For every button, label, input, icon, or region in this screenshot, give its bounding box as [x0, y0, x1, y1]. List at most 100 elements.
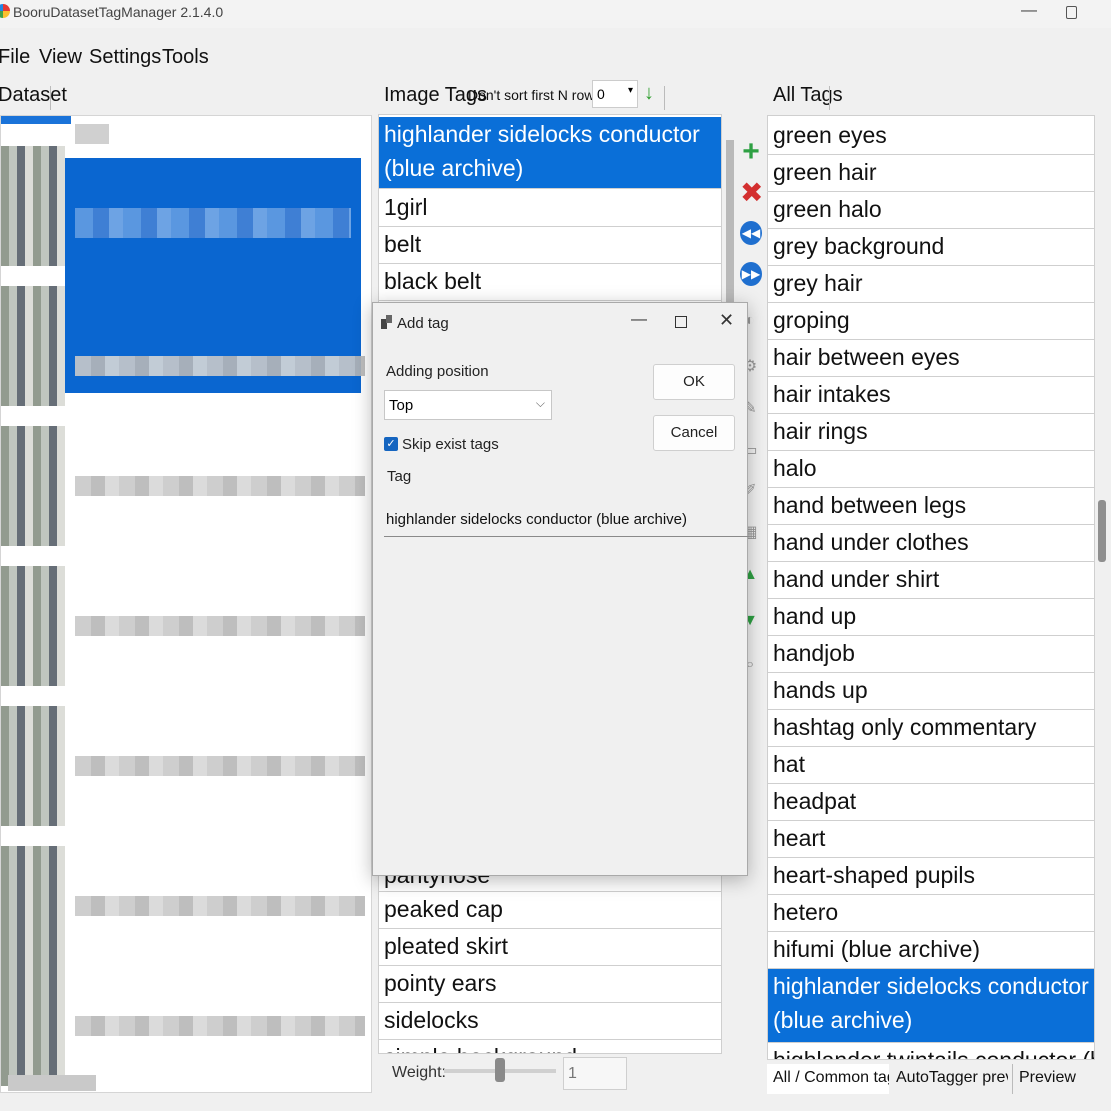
image-tag-row[interactable]: belt — [379, 227, 721, 264]
weight-label: Weight: — [392, 1064, 446, 1081]
blurred-filename — [75, 896, 365, 916]
all-tag-row[interactable]: hetero — [768, 895, 1094, 932]
app-icon — [0, 4, 10, 18]
menu-view[interactable]: View — [39, 46, 82, 69]
blurred-filename — [75, 1016, 365, 1036]
tab-all-common-tags[interactable]: All / Common tags — [767, 1064, 889, 1094]
all-tag-row[interactable]: hair between eyes — [768, 340, 1094, 377]
menu-file[interactable]: File — [0, 46, 30, 69]
all-tag-row[interactable]: hat — [768, 747, 1094, 784]
image-thumbnail — [1, 566, 65, 686]
all-tag-row[interactable]: hair intakes — [768, 377, 1094, 414]
header-divider — [664, 86, 665, 110]
all-tag-row[interactable]: hand under shirt — [768, 562, 1094, 599]
dialog-close-icon[interactable]: ✕ — [719, 310, 734, 331]
all-tags-list[interactable]: green eyes green hair green halo grey backg… — [767, 115, 1095, 1060]
dataset-row[interactable] — [1, 136, 371, 272]
dialog-icon — [381, 315, 393, 329]
tab-preview[interactable]: Preview — [1012, 1064, 1102, 1094]
image-thumbnail — [1, 706, 65, 826]
selection-strip — [1, 116, 71, 124]
menu-tools[interactable]: Tools — [162, 46, 209, 69]
chevron-down-icon: ▾ — [627, 85, 633, 96]
fast-forward-icon[interactable]: ▶▶ — [740, 262, 762, 286]
image-tags-scrollbar[interactable] — [726, 140, 734, 310]
sort-rows-spinner[interactable]: 0 ▾ — [592, 80, 638, 108]
blurred-filename — [75, 756, 365, 776]
ok-button[interactable]: OK — [653, 364, 735, 400]
all-tag-row-selected[interactable]: highlander sidelocks conductor (blue arc… — [768, 969, 1094, 1043]
all-tag-row[interactable]: green eyes — [768, 118, 1094, 155]
weight-input[interactable]: 1 — [563, 1057, 627, 1090]
dataset-row[interactable] — [1, 956, 371, 1092]
add-tag-dialog: Add tag — ✕ Adding position Top ⌵ OK Can… — [372, 302, 748, 876]
all-tag-row[interactable]: green hair — [768, 155, 1094, 192]
image-tag-row[interactable]: peaked cap — [379, 892, 721, 929]
dataset-row[interactable] — [1, 696, 371, 832]
maximize-button[interactable] — [1062, 2, 1082, 22]
dataset-row[interactable] — [1, 556, 371, 692]
image-tag-row[interactable]: sidelocks — [379, 1003, 721, 1040]
image-thumbnail — [1, 966, 65, 1086]
all-tag-row[interactable]: groping — [768, 303, 1094, 340]
dataset-row[interactable] — [1, 296, 371, 432]
skip-exist-tags-checkbox[interactable]: ✓ — [384, 437, 398, 451]
menu-bar: File View Settings Tools — [0, 40, 600, 72]
adding-position-value: Top — [389, 397, 414, 414]
header-divider — [50, 86, 51, 110]
all-tag-row[interactable]: hand between legs — [768, 488, 1094, 525]
image-tag-row[interactable]: pointy ears — [379, 966, 721, 1003]
plus-icon[interactable]: + — [740, 137, 762, 167]
dialog-title: Add tag — [397, 315, 449, 332]
tab-autotagger-preview[interactable]: AutoTagger previe... — [890, 1064, 1008, 1094]
adding-position-select[interactable]: Top ⌵ — [384, 390, 552, 420]
green-down-arrow-icon[interactable]: ↓ — [644, 83, 660, 104]
all-tag-row[interactable]: headpat — [768, 784, 1094, 821]
all-tag-row[interactable]: hashtag only commentary — [768, 710, 1094, 747]
all-tag-row[interactable]: halo — [768, 451, 1094, 488]
menu-settings[interactable]: Settings — [89, 46, 161, 69]
rewind-icon[interactable]: ◀◀ — [740, 221, 762, 245]
weight-slider-thumb[interactable] — [495, 1058, 505, 1082]
image-thumbnail — [1, 426, 65, 546]
x-icon[interactable]: ✖ — [740, 179, 763, 207]
all-tag-row[interactable]: green halo — [768, 192, 1094, 229]
chevron-down-icon: ⌵ — [535, 396, 545, 410]
cancel-button[interactable]: Cancel — [653, 415, 735, 451]
all-tags-scrollbar[interactable] — [1098, 500, 1106, 562]
window-title: BooruDatasetTagManager 2.1.4.0 — [13, 4, 224, 20]
dataset-row[interactable] — [1, 416, 371, 552]
all-tag-row[interactable]: handjob — [768, 636, 1094, 673]
image-thumbnail — [1, 146, 65, 266]
image-tag-row[interactable]: pleated skirt — [379, 929, 721, 966]
all-tags-label: All Tags — [773, 84, 843, 106]
dataset-list[interactable] — [0, 115, 372, 1093]
image-tag-row[interactable]: black belt — [379, 264, 721, 301]
all-tag-row[interactable]: heart-shaped pupils — [768, 858, 1094, 895]
all-tag-row[interactable]: grey background — [768, 229, 1094, 266]
all-tag-row[interactable]: hand up — [768, 599, 1094, 636]
minimize-button[interactable]: — — [1019, 2, 1039, 22]
adding-position-label: Adding position — [386, 363, 489, 380]
dialog-maximize-button[interactable] — [675, 316, 687, 328]
all-tag-row[interactable]: hifumi (blue archive) — [768, 932, 1094, 969]
all-tag-row[interactable]: hand under clothes — [768, 525, 1094, 562]
tag-label: Tag — [387, 468, 412, 485]
image-tag-row[interactable]: 1girl — [379, 190, 721, 227]
all-tag-row[interactable]: hair rings — [768, 414, 1094, 451]
dataset-row[interactable] — [1, 836, 371, 972]
all-tag-row[interactable]: heart — [768, 821, 1094, 858]
image-tag-row[interactable]: simple background — [379, 1040, 721, 1053]
sort-rows-label: Don't sort first N rows : — [468, 87, 610, 103]
blurred-filename — [75, 356, 365, 376]
image-tag-row-selected[interactable]: highlander sidelocks conductor (blue arc… — [379, 117, 721, 189]
tag-input[interactable]: highlander sidelocks conductor (blue arc… — [384, 503, 748, 537]
all-tag-row[interactable]: hands up — [768, 673, 1094, 710]
image-thumbnail — [1, 846, 65, 966]
blurred-filename — [75, 616, 365, 636]
dataset-horizontal-scrollbar[interactable] — [8, 1075, 96, 1091]
dialog-minimize-button[interactable]: — — [631, 311, 647, 329]
all-tag-row[interactable]: highlander twintails conductor (blue arc… — [768, 1043, 1094, 1059]
all-tag-row[interactable]: grey hair — [768, 266, 1094, 303]
header-divider — [829, 86, 830, 110]
